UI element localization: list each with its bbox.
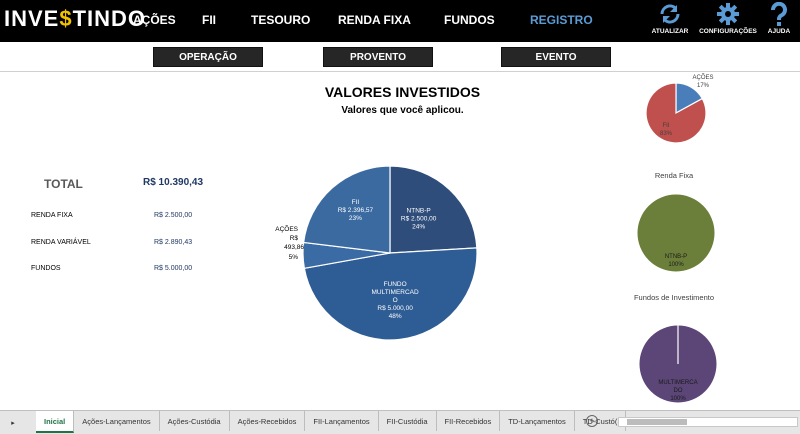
rf-pie-label-ntnb: NTNB-P (665, 254, 687, 260)
main-pie-value-ntnb: R$ 2.500,00 (401, 216, 437, 223)
sheet-tab-fii-recebidos[interactable]: FII-Recebidos (437, 411, 501, 431)
main-pie-percent-fii: 23% (349, 215, 362, 222)
sheet-tab-inicial[interactable]: Inicial (36, 411, 75, 433)
horizontal-scrollbar[interactable] (618, 417, 798, 427)
sheet-tab-acoes-custodia[interactable]: Ações-Custódia (160, 411, 230, 431)
spreadsheet-window: INVE$TINDO AÇÕES FII TESOURO RENDA FIXA … (0, 0, 800, 434)
fundos-pie-label-1: MULTIMERCA (658, 380, 697, 386)
rv-pie-label-fii: FII (663, 123, 670, 129)
sheet-tab-acoes-lancamentos[interactable]: Ações-Lançamentos (74, 411, 160, 431)
sheet-tab-bar: ▸ Inicial Ações-Lançamentos Ações-Custód… (0, 410, 800, 434)
sheet-tab-td-lancamentos[interactable]: TD-Lançamentos (500, 411, 575, 431)
main-pie-percent-acoes: 5% (289, 254, 299, 261)
main-pie-label-fundo-1: FUNDO (384, 281, 407, 288)
main-pie-value-acoes-1: R$ (290, 235, 299, 242)
sheet-scroll-button[interactable]: ▸ (0, 411, 26, 434)
scrollbar-thumb[interactable] (627, 419, 687, 425)
sheet-tabs: Inicial Ações-Lançamentos Ações-Custódia… (36, 411, 627, 434)
main-pie-percent-ntnb: 24% (412, 224, 425, 231)
charts-layer: NTNB-PR$ 2.500,0024%FUNDOMULTIMERCADOR$ … (275, 74, 718, 404)
rv-pie-percent-fii: 83% (660, 131, 673, 137)
add-sheet-button[interactable]: + (586, 415, 598, 427)
sheet-tab-acoes-recebidos[interactable]: Ações-Recebidos (230, 411, 306, 431)
main-pie-slice-0 (389, 165, 478, 254)
main-pie-label-fii: FII (352, 199, 360, 206)
rv-pie-percent-acoes: 17% (697, 83, 710, 89)
sheet-tab-fii-custodia[interactable]: FII-Custódia (379, 411, 437, 431)
rf-pie-percent-ntnb: 100% (668, 262, 684, 268)
main-pie-label-fundo-2: MULTIMERCAD (372, 289, 419, 296)
rf-pie-slice-0 (636, 193, 716, 273)
main-pie-label-acoes: AÇÕES (275, 224, 298, 233)
main-pie-label-fundo-3: O (393, 297, 398, 304)
main-pie-percent-fundo: 48% (389, 313, 402, 320)
main-pie-value-fundo: R$ 5.000,00 (377, 305, 413, 312)
main-pie-label-ntnb: NTNB-P (407, 208, 431, 215)
main-pie-value-acoes-2: 493,86 (284, 244, 304, 251)
sheet-tab-fii-lancamentos[interactable]: FII-Lançamentos (305, 411, 379, 431)
fundos-pie-label-2: DO (674, 388, 683, 394)
fundos-pie-percent: 100% (670, 396, 686, 402)
main-pie-value-fii: R$ 2.396,57 (338, 207, 374, 214)
rv-pie-label-acoes: AÇÕES (692, 74, 713, 81)
